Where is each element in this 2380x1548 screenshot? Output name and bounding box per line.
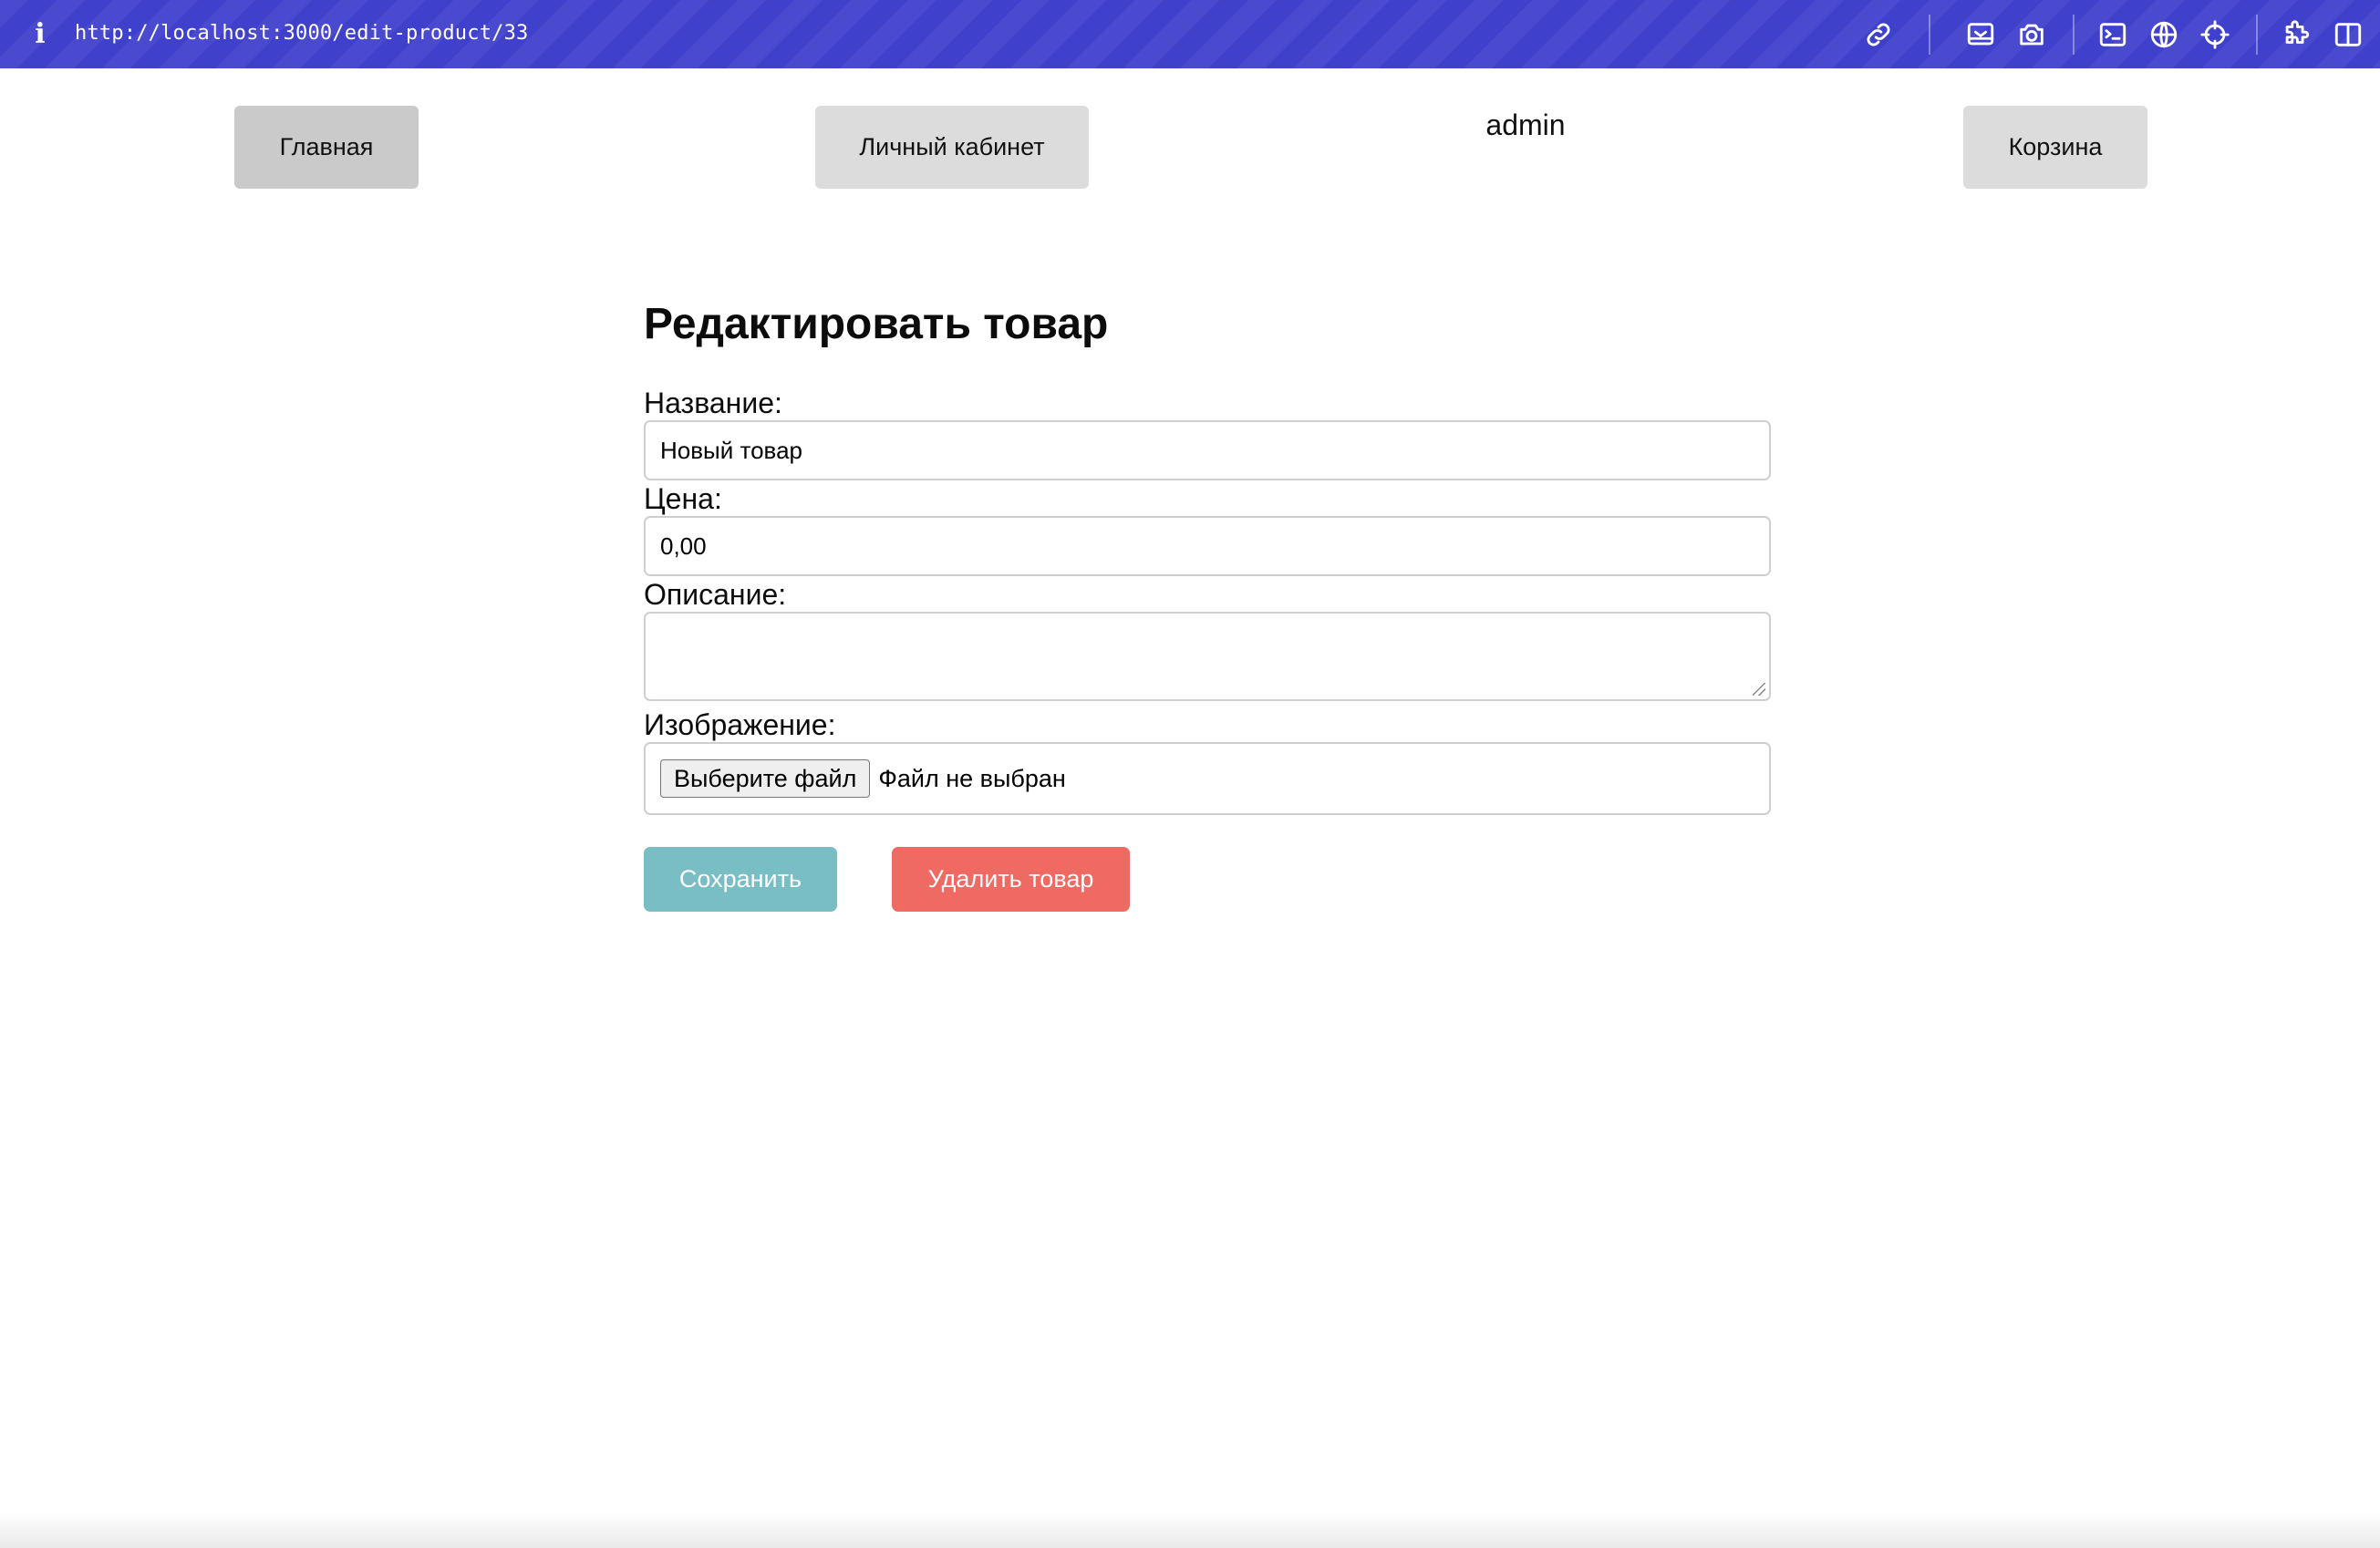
page-title: Редактировать товар: [644, 300, 1109, 348]
username-label: admin: [1485, 108, 1566, 141]
nav-home-button[interactable]: Главная: [234, 106, 419, 189]
name-label: Название:: [644, 387, 782, 419]
save-button[interactable]: Сохранить: [644, 847, 837, 912]
address-bar[interactable]: http://localhost:3000/edit-product/33: [75, 20, 528, 47]
globe-icon[interactable]: [2146, 16, 2182, 53]
responsive-icon[interactable]: [1962, 16, 1999, 53]
image-label: Изображение:: [644, 708, 836, 741]
toolbar-separator: [1929, 15, 1930, 55]
resize-handle-icon[interactable]: [1753, 683, 1765, 696]
sidebar-icon[interactable]: [2330, 16, 2366, 53]
link-icon[interactable]: [1860, 16, 1897, 53]
description-label: Описание:: [644, 578, 787, 611]
nav-cart-button[interactable]: Корзина: [1963, 106, 2147, 189]
image-file-input[interactable]: Выберите файл Файл не выбран: [644, 742, 1771, 815]
price-input[interactable]: [644, 516, 1771, 576]
terminal-icon[interactable]: [2095, 16, 2131, 53]
toolbar-separator: [2256, 15, 2258, 55]
info-icon[interactable]: i: [27, 16, 53, 51]
nav-account-button[interactable]: Личный кабинет: [815, 106, 1089, 189]
price-label: Цена:: [644, 482, 722, 515]
name-input[interactable]: [644, 420, 1771, 480]
crosshair-icon[interactable]: [2197, 16, 2233, 53]
camera-icon[interactable]: [2013, 16, 2050, 53]
browser-toolbar: i http://localhost:3000/edit-product/33: [0, 0, 2380, 68]
description-textarea[interactable]: [644, 612, 1771, 701]
window-bottom-edge: [0, 1512, 2380, 1548]
delete-product-button[interactable]: Удалить товар: [892, 847, 1130, 912]
extensions-icon[interactable]: [2278, 16, 2314, 53]
toolbar-separator: [2073, 15, 2075, 55]
file-status-text: Файл не выбран: [878, 764, 1066, 792]
choose-file-button[interactable]: Выберите файл: [660, 759, 871, 798]
